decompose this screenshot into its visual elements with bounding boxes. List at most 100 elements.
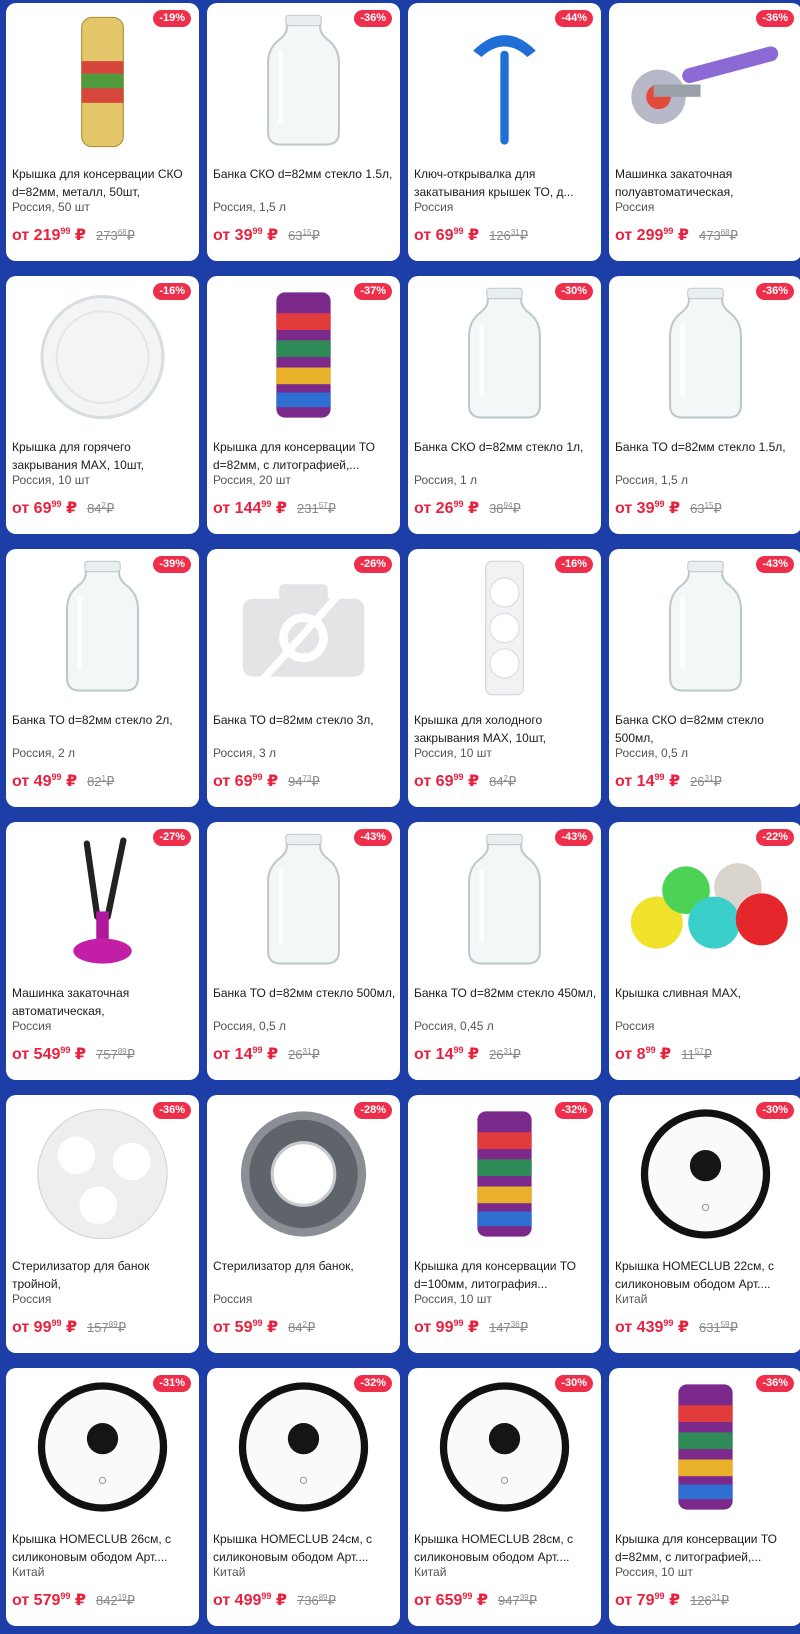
product-title[interactable]: Крышка HOMECLUB 26см, с силиконовым обод… [12,1530,195,1566]
product-title[interactable]: Машинка закаточная полуавтоматическая, [615,165,798,201]
product-title[interactable]: Банка ТО d=82мм стекло 3л, [213,711,396,747]
product-card[interactable]: -36% Крышка для консервации ТО d=82мм, с… [609,1368,800,1626]
product-card[interactable]: -30% Крышка HOMECLUB 22см, с силиконовым… [609,1095,800,1353]
product-card[interactable]: -30% Банка СКО d=82мм стекло 1л, Россия,… [408,276,601,534]
product-origin: Россия, 50 шт [12,200,90,214]
product-image[interactable] [418,1101,591,1247]
product-image[interactable] [217,828,390,974]
product-card[interactable]: -43% Банка ТО d=82мм стекло 500мл, Росси… [207,822,400,1080]
price-row: от 6999 ₽ 9473₽ [213,771,396,791]
product-card[interactable]: -39% Банка ТО d=82мм стекло 2л, Россия, … [6,549,199,807]
product-image[interactable] [418,828,591,974]
product-card[interactable]: -31% Крышка HOMECLUB 26см, с силиконовым… [6,1368,199,1626]
discount-badge: -43% [756,556,794,573]
product-card[interactable]: -22% Крышка сливная МАХ, Россия от 899 ₽… [609,822,800,1080]
product-card[interactable]: -44% Ключ-открывалка для закатывания кры… [408,3,601,261]
product-title[interactable]: Крышка сливная МАХ, [615,984,798,1020]
product-card[interactable]: -36% Банка СКО d=82мм стекло 1.5л, Росси… [207,3,400,261]
product-title[interactable]: Машинка закаточная автоматическая, [12,984,195,1020]
old-price-main: 94 [288,774,303,789]
price-row: от 3999 ₽ 6315₽ [615,498,798,518]
product-image[interactable] [619,282,792,428]
product-title[interactable]: Крышка HOMECLUB 28см, с силиконовым обод… [414,1530,597,1566]
product-image[interactable] [217,1101,390,1247]
product-image[interactable] [16,1101,189,1247]
product-image[interactable] [418,282,591,428]
product-title[interactable]: Стерилизатор для банок тройной, [12,1257,195,1293]
product-title[interactable]: Крышка для консервации ТО d=82мм, с лито… [615,1530,798,1566]
product-card[interactable]: -19% Крышка для консервации СКО d=82мм, … [6,3,199,261]
product-title[interactable]: Банка СКО d=82мм стекло 500мл, [615,711,798,747]
price-prefix: от [12,1046,30,1063]
glass-jar-icon [619,555,792,701]
product-image[interactable] [16,282,189,428]
product-grid: -19% Крышка для консервации СКО d=82мм, … [6,3,800,1626]
product-card[interactable]: -36% Стерилизатор для банок тройной, Рос… [6,1095,199,1353]
product-card[interactable]: -16% Крышка для холодного закрывания МАХ… [408,549,601,807]
product-title[interactable]: Банка ТО d=82мм стекло 450мл, [414,984,597,1020]
old-price-main: 147 [489,1320,511,1335]
product-image[interactable] [217,555,390,701]
product-image[interactable] [619,555,792,701]
price-cents: 99 [654,499,665,509]
product-title[interactable]: Банка СКО d=82мм стекло 1.5л, [213,165,396,201]
old-price: 12631₽ [690,1593,729,1609]
product-title[interactable]: Крышка для консервации СКО d=82мм, метал… [12,165,195,201]
product-card[interactable]: -36% Машинка закаточная полуавтоматическ… [609,3,800,261]
product-title[interactable]: Стерилизатор для банок, [213,1257,396,1293]
product-title[interactable]: Банка СКО d=82мм стекло 1л, [414,438,597,474]
product-title[interactable]: Банка ТО d=82мм стекло 500мл, [213,984,396,1020]
triple-sterilizer-icon [16,1101,189,1247]
price-cents: 99 [462,1591,473,1601]
seamer-tool-icon [619,9,792,155]
product-image[interactable] [619,9,792,155]
product-title[interactable]: Крышка HOMECLUB 24см, с силиконовым обод… [213,1530,396,1566]
old-price: 9473₽ [288,774,320,790]
product-title[interactable]: Крышка для горячего закрывания МАХ, 10шт… [12,438,195,474]
product-title[interactable]: Крышка для консервации ТО d=82мм, с лито… [213,438,396,474]
old-price: 842₽ [87,501,114,517]
product-image[interactable] [418,9,591,155]
product-image[interactable] [418,1374,591,1520]
product-image[interactable] [16,1374,189,1520]
product-card[interactable]: -16% Крышка для горячего закрывания МАХ,… [6,276,199,534]
product-title[interactable]: Крышка для консервации ТО d=100мм, литог… [414,1257,597,1293]
product-title[interactable]: Банка ТО d=82мм стекло 2л, [12,711,195,747]
product-image[interactable] [418,555,591,701]
old-price: 12631₽ [489,228,528,244]
product-card[interactable]: -36% Банка ТО d=82мм стекло 1.5л, Россия… [609,276,800,534]
product-title[interactable]: Банка ТО d=82мм стекло 1.5л, [615,438,798,474]
product-image[interactable] [619,1374,792,1520]
product-image[interactable] [619,828,792,974]
old-price-main: 26 [690,774,705,789]
product-card[interactable]: -32% Крышка HOMECLUB 24см, с силиконовым… [207,1368,400,1626]
price-cents: 99 [60,1045,71,1055]
old-price: 63159₽ [699,1320,738,1336]
discount-badge: -30% [756,1102,794,1119]
product-card[interactable]: -37% Крышка для консервации ТО d=82мм, с… [207,276,400,534]
price-cents: 99 [453,1045,464,1055]
current-price: от 6999 ₽ [12,498,77,518]
product-card[interactable]: -43% Банка СКО d=82мм стекло 500мл, Росс… [609,549,800,807]
product-image[interactable] [217,9,390,155]
product-card[interactable]: -43% Банка ТО d=82мм стекло 450мл, Росси… [408,822,601,1080]
product-image[interactable] [619,1101,792,1247]
product-card[interactable]: -30% Крышка HOMECLUB 28см, с силиконовым… [408,1368,601,1626]
product-title[interactable]: Крышка HOMECLUB 22см, с силиконовым обод… [615,1257,798,1293]
product-image[interactable] [217,282,390,428]
wrench-opener-icon [418,9,591,155]
product-card[interactable]: -27% Машинка закаточная автоматическая, … [6,822,199,1080]
product-card[interactable]: -32% Крышка для консервации ТО d=100мм, … [408,1095,601,1353]
product-card[interactable]: -28% Стерилизатор для банок, Россия от 5… [207,1095,400,1353]
old-price-main: 26 [489,1047,504,1062]
old-price-main: 26 [288,1047,303,1062]
product-title[interactable]: Крышка для холодного закрывания МАХ, 10ш… [414,711,597,747]
product-image[interactable] [16,555,189,701]
product-image[interactable] [16,9,189,155]
price-main: 219 [33,227,61,244]
product-image[interactable] [217,1374,390,1520]
product-title[interactable]: Ключ-открывалка для закатывания крышек Т… [414,165,597,201]
product-origin: Китай [213,1565,246,1579]
product-card[interactable]: -26% Банка ТО d=82мм стекло 3л, Россия, … [207,549,400,807]
product-image[interactable] [16,828,189,974]
